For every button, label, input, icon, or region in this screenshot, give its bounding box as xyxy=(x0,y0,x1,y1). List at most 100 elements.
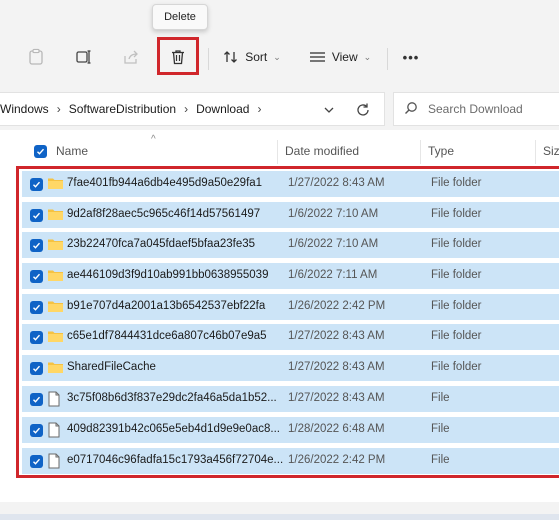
tooltip-text: Delete xyxy=(164,11,196,23)
paste-button[interactable] xyxy=(24,40,48,74)
list-item[interactable]: 7fae401fb944a6db4e495d9a50e29fa1 1/27/20… xyxy=(22,171,559,197)
delete-button[interactable] xyxy=(166,40,190,74)
list-item[interactable]: c65e1df7844431dce6a807c46b07e9a5 1/27/20… xyxy=(22,324,559,350)
item-type: File folder xyxy=(431,300,482,312)
item-name: 409d82391b42c065e5eb4d1d9e9e0ac8... xyxy=(67,423,280,435)
sort-icon xyxy=(223,49,239,65)
file-list: ^ Name Date modified Type Siz 7fae401fb9… xyxy=(0,130,559,502)
item-name: b91e707d4a2001a13b6542537ebf22fa xyxy=(67,300,266,312)
search-placeholder: Search Download xyxy=(428,102,523,116)
item-type: File xyxy=(431,423,450,435)
list-item[interactable]: 9d2af8f28aec5c965c46f14d57561497 1/6/202… xyxy=(22,202,559,228)
delete-tooltip: Delete xyxy=(152,4,208,30)
column-date-modified[interactable]: Date modified xyxy=(285,144,359,158)
item-date: 1/26/2022 2:42 PM xyxy=(288,454,386,466)
row-checkbox[interactable] xyxy=(30,455,43,468)
item-name: ae446109d3f9d10ab991bb0638955039 xyxy=(67,269,269,281)
chevron-down-icon: ⌄ xyxy=(363,51,372,62)
folder-icon xyxy=(47,268,64,285)
item-date: 1/27/2022 8:43 AM xyxy=(288,361,385,373)
item-type: File folder xyxy=(431,238,482,250)
column-divider[interactable] xyxy=(535,140,536,164)
address-dropdown-icon[interactable] xyxy=(322,103,336,117)
list-item[interactable]: 3c75f08b6d3f837e29dc2fa46a5da1b52... 1/2… xyxy=(22,386,559,412)
sort-label: Sort xyxy=(245,50,268,64)
item-date: 1/28/2022 6:48 AM xyxy=(288,423,385,435)
column-size[interactable]: Siz xyxy=(543,144,559,158)
list-item[interactable]: b91e707d4a2001a13b6542537ebf22fa 1/26/20… xyxy=(22,294,559,320)
folder-icon xyxy=(47,237,64,254)
row-checkbox[interactable] xyxy=(30,424,43,437)
more-options-button[interactable]: ••• xyxy=(398,40,424,74)
more-icon: ••• xyxy=(402,49,420,65)
list-item[interactable]: 23b22470fca7a045fdaef5bfaa23fe35 1/6/202… xyxy=(22,232,559,258)
command-bar: Sort ⌄ View ⌄ ••• xyxy=(0,28,559,88)
row-checkbox[interactable] xyxy=(30,362,43,375)
item-date: 1/27/2022 8:43 AM xyxy=(288,330,385,342)
column-divider[interactable] xyxy=(420,140,421,164)
item-type: File xyxy=(431,392,450,404)
file-icon xyxy=(47,391,61,410)
sort-button[interactable]: Sort ⌄ xyxy=(219,40,285,74)
folder-icon xyxy=(47,360,64,377)
sort-ascending-icon: ^ xyxy=(151,134,156,145)
folder-icon xyxy=(47,329,64,346)
toolbar-separator xyxy=(208,48,209,70)
row-checkbox[interactable] xyxy=(30,393,43,406)
address-bar[interactable]: Windows › SoftwareDistribution › Downloa… xyxy=(0,92,385,126)
item-type: File folder xyxy=(431,208,482,220)
item-name: 9d2af8f28aec5c965c46f14d57561497 xyxy=(67,208,261,220)
folder-icon xyxy=(47,207,64,224)
item-date: 1/6/2022 7:11 AM xyxy=(288,269,378,281)
breadcrumb-download[interactable]: Download xyxy=(196,102,249,116)
row-checkbox[interactable] xyxy=(30,178,43,191)
list-item[interactable]: e0717046c96fadfa15c1793a456f72704e... 1/… xyxy=(22,448,559,474)
view-button[interactable]: View ⌄ xyxy=(305,40,375,74)
list-item[interactable]: ae446109d3f9d10ab991bb0638955039 1/6/202… xyxy=(22,263,559,289)
search-icon xyxy=(404,101,418,118)
view-label: View xyxy=(331,50,358,64)
refresh-icon[interactable] xyxy=(354,101,372,119)
breadcrumb-windows[interactable]: Windows xyxy=(0,102,49,116)
trash-icon xyxy=(169,48,187,66)
item-date: 1/27/2022 8:43 AM xyxy=(288,177,385,189)
item-name: c65e1df7844431dce6a807c46b07e9a5 xyxy=(67,330,267,342)
row-checkbox[interactable] xyxy=(30,270,43,283)
item-date: 1/26/2022 2:42 PM xyxy=(288,300,386,312)
item-name: 7fae401fb944a6db4e495d9a50e29fa1 xyxy=(67,177,263,189)
file-icon xyxy=(47,453,61,472)
selection-highlight: 7fae401fb944a6db4e495d9a50e29fa1 1/27/20… xyxy=(16,166,559,478)
rename-icon xyxy=(75,48,93,66)
select-all-checkbox[interactable] xyxy=(34,145,47,158)
column-type[interactable]: Type xyxy=(428,144,454,158)
row-checkbox[interactable] xyxy=(30,209,43,222)
search-input[interactable]: Search Download xyxy=(393,92,559,126)
row-checkbox[interactable] xyxy=(30,239,43,252)
item-type: File folder xyxy=(431,361,482,373)
chevron-right-icon: › xyxy=(257,102,262,116)
item-date: 1/6/2022 7:10 AM xyxy=(288,238,379,250)
item-type: File folder xyxy=(431,330,482,342)
list-item[interactable]: 409d82391b42c065e5eb4d1d9e9e0ac8... 1/28… xyxy=(22,417,559,443)
column-divider[interactable] xyxy=(277,140,278,164)
item-type: File xyxy=(431,454,450,466)
row-checkbox[interactable] xyxy=(30,331,43,344)
item-type: File folder xyxy=(431,177,482,189)
item-name: e0717046c96fadfa15c1793a456f72704e... xyxy=(67,454,284,466)
item-name: SharedFileCache xyxy=(67,361,156,373)
chevron-right-icon: › xyxy=(184,102,189,116)
item-name: 23b22470fca7a045fdaef5bfaa23fe35 xyxy=(67,238,256,250)
file-icon xyxy=(47,422,61,441)
breadcrumb-softwaredistribution[interactable]: SoftwareDistribution xyxy=(69,102,176,116)
item-type: File folder xyxy=(431,269,482,281)
toolbar-separator xyxy=(387,48,388,70)
column-name[interactable]: Name xyxy=(56,144,88,158)
share-button[interactable] xyxy=(119,40,143,74)
item-name: 3c75f08b6d3f837e29dc2fa46a5da1b52... xyxy=(67,392,277,404)
window-bottom-edge xyxy=(0,514,559,520)
rename-button[interactable] xyxy=(72,40,96,74)
row-checkbox[interactable] xyxy=(30,301,43,314)
chevron-down-icon: ⌄ xyxy=(273,51,281,62)
share-icon xyxy=(122,48,140,66)
list-item[interactable]: SharedFileCache 1/27/2022 8:43 AM File f… xyxy=(22,355,559,381)
